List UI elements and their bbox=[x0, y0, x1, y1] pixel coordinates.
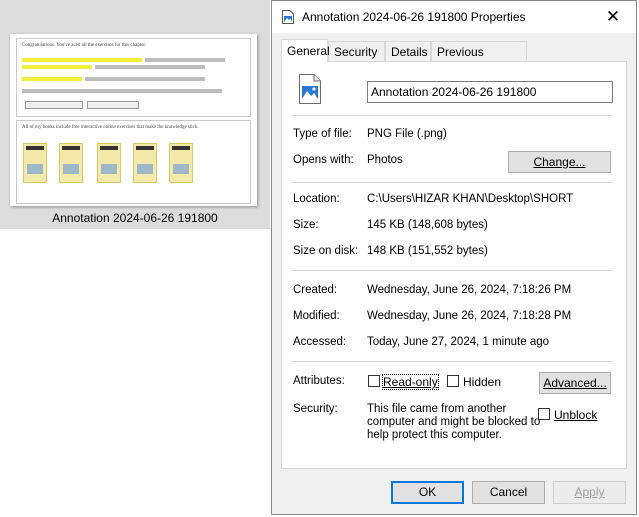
thumbnail-highlight-line bbox=[22, 77, 82, 81]
thumbnail-text-line bbox=[85, 77, 205, 81]
title-bar[interactable]: Annotation 2024-06-26 191800 Properties … bbox=[272, 1, 636, 33]
accessed-value: Today, June 27, 2024, 1 minute ago bbox=[367, 336, 550, 348]
location-label: Location: bbox=[293, 193, 340, 205]
size-value: 145 KB (148,608 bytes) bbox=[367, 219, 488, 231]
apply-button[interactable]: Apply bbox=[553, 481, 626, 504]
thumbnail-button bbox=[87, 101, 139, 109]
opens-with-label: Opens with: bbox=[293, 154, 354, 166]
change-button[interactable]: Change... bbox=[508, 151, 611, 173]
thumbnail-book bbox=[169, 143, 193, 183]
unblock-text: Unblock bbox=[554, 408, 598, 422]
separator bbox=[292, 270, 612, 271]
thumbnail-image: Congratulations. You've aced all the exe… bbox=[10, 34, 257, 206]
size-label: Size: bbox=[293, 219, 319, 231]
thumbnail-section-text: All of my books include free interactive… bbox=[22, 125, 199, 130]
modified-value: Wednesday, June 26, 2024, 7:18:28 PM bbox=[367, 310, 572, 322]
security-text-line-3: help protect this computer. bbox=[367, 429, 502, 441]
cancel-button[interactable]: Cancel bbox=[472, 481, 545, 504]
tab-details[interactable]: Details bbox=[385, 41, 431, 61]
location-value: C:\Users\HIZAR KHAN\Desktop\SHORT bbox=[367, 193, 574, 205]
close-button[interactable]: ✕ bbox=[590, 1, 636, 33]
png-file-icon bbox=[299, 74, 321, 104]
tab-security[interactable]: Security bbox=[328, 41, 385, 61]
opens-with-value: Photos bbox=[367, 154, 403, 166]
type-of-file-label: Type of file: bbox=[293, 128, 352, 140]
unblock-label[interactable]: Unblock bbox=[554, 408, 597, 422]
attributes-label: Attributes: bbox=[293, 375, 345, 387]
thumbnail-book bbox=[23, 143, 47, 183]
advanced-button-label: Advanced... bbox=[543, 376, 607, 390]
properties-dialog: Annotation 2024-06-26 191800 Properties … bbox=[271, 0, 637, 515]
thumbnail-text-line bbox=[145, 58, 225, 62]
thumbnail-book bbox=[133, 143, 157, 183]
thumbnail-highlight-line bbox=[22, 58, 142, 62]
hidden-checkbox[interactable] bbox=[447, 375, 459, 387]
unblock-checkbox[interactable] bbox=[538, 408, 550, 420]
advanced-button[interactable]: Advanced... bbox=[539, 372, 611, 394]
thumbnail-button bbox=[25, 101, 83, 109]
thumbnail-book bbox=[97, 143, 121, 183]
tab-previous-versions[interactable]: Previous Versions bbox=[431, 41, 527, 79]
filename-input[interactable] bbox=[367, 81, 613, 103]
security-text-line-1: This file came from another bbox=[367, 403, 507, 415]
thumbnail-highlight-line bbox=[22, 65, 92, 69]
modified-label: Modified: bbox=[293, 310, 340, 322]
hidden-label[interactable]: Hidden bbox=[463, 375, 501, 389]
size-on-disk-value: 148 KB (151,552 bytes) bbox=[367, 245, 488, 257]
thumbnail-top-box: Congratulations. You've aced all the exe… bbox=[16, 38, 251, 117]
read-only-label[interactable]: Read-only bbox=[382, 374, 439, 390]
read-only-checkbox[interactable] bbox=[368, 375, 380, 387]
apply-button-label: Apply bbox=[574, 485, 605, 499]
png-file-icon bbox=[282, 10, 294, 24]
general-tab-panel: Type of file: PNG File (.png) Opens with… bbox=[281, 61, 627, 469]
created-value: Wednesday, June 26, 2024, 7:18:26 PM bbox=[367, 284, 572, 296]
read-only-text: Read-only bbox=[382, 374, 439, 390]
window-title: Annotation 2024-06-26 191800 Properties bbox=[302, 10, 526, 24]
explorer-thumbnail-tile[interactable]: Congratulations. You've aced all the exe… bbox=[0, 0, 270, 229]
separator bbox=[292, 115, 612, 116]
size-on-disk-label: Size on disk: bbox=[293, 245, 359, 257]
thumbnail-text-line bbox=[22, 89, 222, 93]
thumbnail-filename-label[interactable]: Annotation 2024-06-26 191800 bbox=[0, 211, 270, 225]
separator bbox=[292, 182, 612, 183]
ok-button[interactable]: OK bbox=[391, 481, 464, 504]
thumbnail-text-line bbox=[95, 65, 205, 69]
thumbnail-books-box: All of my books include free interactive… bbox=[16, 120, 251, 204]
accessed-label: Accessed: bbox=[293, 336, 347, 348]
security-text-line-2: computer and might be blocked to bbox=[367, 416, 541, 428]
created-label: Created: bbox=[293, 284, 338, 296]
tab-general[interactable]: General bbox=[281, 39, 330, 62]
thumbnail-heading: Congratulations. You've aced all the exe… bbox=[22, 43, 147, 48]
thumbnail-book bbox=[59, 143, 83, 183]
change-button-label: Change... bbox=[533, 155, 586, 169]
separator bbox=[292, 361, 612, 362]
security-label: Security: bbox=[293, 403, 338, 415]
type-of-file-value: PNG File (.png) bbox=[367, 128, 447, 140]
close-icon: ✕ bbox=[605, 7, 621, 26]
